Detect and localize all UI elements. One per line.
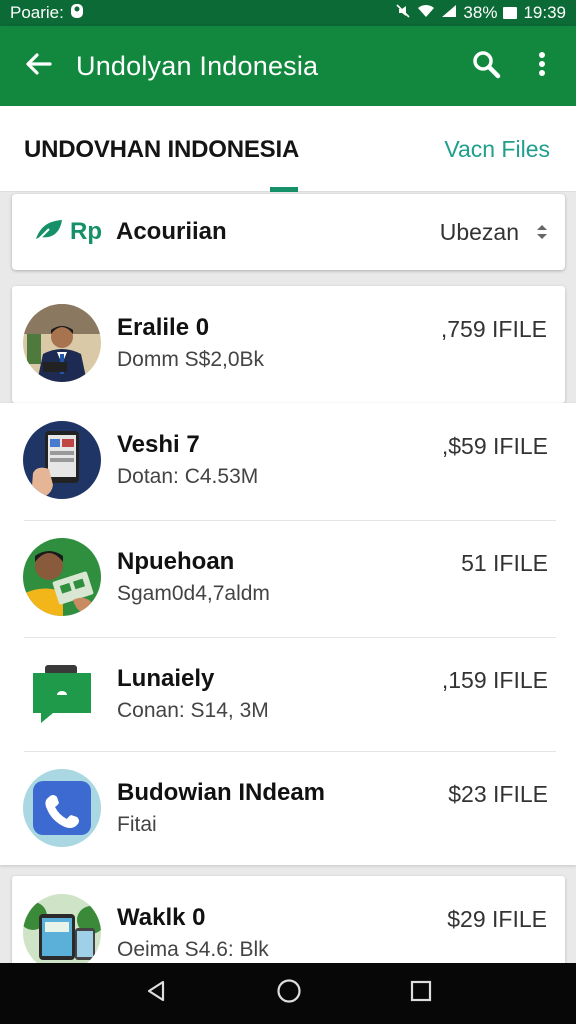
currency-code: Rp (70, 218, 102, 245)
status-time: 19:39 (523, 3, 566, 22)
wifi-icon (417, 3, 435, 23)
currency-selector[interactable]: Rp Acouriian Ubezan (12, 194, 565, 270)
signal-icon (441, 3, 457, 23)
list-card: Eralile 0 Domm S$2,0Bk ,759 IFILE (12, 286, 565, 403)
item-subtitle: Sgam0d4,7aldm (117, 582, 270, 605)
list-sheet: Veshi 7 Dotan: C4.53M ,$59 IFILE Npuehoa… (0, 403, 576, 865)
item-subtitle: Conan: S14, 3M (117, 699, 269, 722)
circle-home-icon (276, 979, 302, 1008)
dropdown-arrows-icon (535, 223, 549, 241)
phone-call-icon (23, 769, 101, 847)
status-left-text: Poarie: (10, 3, 64, 22)
item-name: Veshi 7 (117, 431, 200, 458)
leaf-icon (34, 217, 64, 248)
portrait-icon (70, 3, 84, 24)
status-bar: Poarie: 38% 19:39 (0, 0, 576, 26)
tablet-avatar (23, 894, 101, 972)
back-nav-button[interactable] (144, 979, 168, 1008)
item-subtitle: Domm S$2,0Bk (117, 348, 265, 371)
item-price: 51 IFILE (461, 550, 548, 576)
home-button[interactable] (276, 978, 302, 1009)
man-with-cash-avatar (23, 538, 101, 616)
list-item[interactable]: Npuehoan Sgam0d4,7aldm 51 IFILE (0, 520, 576, 637)
back-button[interactable] (0, 52, 76, 81)
square-recents-icon (410, 980, 432, 1006)
phone-in-hand-avatar (23, 421, 101, 499)
item-price: $29 IFILE (447, 906, 547, 932)
back-arrow-icon (24, 52, 52, 81)
tab-indicator (270, 187, 298, 192)
item-price: ,759 IFILE (440, 316, 547, 342)
list-card: Waklk 0 Oeima S4.6: Blk $29 IFILE (12, 876, 565, 976)
triangle-back-icon (144, 980, 168, 1007)
item-subtitle: Fitai (117, 813, 157, 836)
recents-button[interactable] (410, 980, 432, 1007)
more-options-button[interactable] (514, 51, 570, 82)
search-icon (471, 49, 501, 84)
item-name: Waklk 0 (117, 904, 206, 931)
battery-icon (503, 7, 518, 19)
view-files-link[interactable]: Vacn Files (444, 136, 550, 163)
list-item[interactable]: Eralile 0 Domm S$2,0Bk ,759 IFILE (12, 286, 565, 403)
item-subtitle: Dotan: C4.53M (117, 465, 259, 488)
more-vert-icon (538, 51, 546, 82)
selector-label: Acouriian (116, 218, 227, 245)
list-item[interactable]: Budowian INdeam Fitai $23 IFILE (0, 751, 576, 865)
tab-header: UNDOVHAN INDONESIA Vacn Files (0, 106, 576, 192)
app-bar: Undolyan Indonesia (0, 26, 576, 106)
tab-title[interactable]: UNDOVHAN INDONESIA (24, 136, 299, 164)
item-name: Npuehoan (117, 548, 235, 575)
mute-icon (395, 3, 411, 24)
list-item[interactable]: Lunaiely Conan: S14, 3M ,159 IFILE (0, 637, 576, 751)
app-bar-title: Undolyan Indonesia (76, 50, 319, 81)
item-price: $23 IFILE (448, 781, 548, 807)
item-subtitle: Oeima S4.6: Blk (117, 938, 269, 961)
item-name: Eralile 0 (117, 314, 210, 341)
item-price: ,$59 IFILE (441, 433, 548, 459)
battery-percent: 38% (463, 3, 498, 22)
list-item[interactable]: Veshi 7 Dotan: C4.53M ,$59 IFILE (0, 403, 576, 520)
man-in-suit-avatar (23, 304, 101, 382)
green-chat-icon (23, 655, 101, 733)
item-price: ,159 IFILE (441, 667, 548, 693)
item-name: Lunaiely (117, 665, 215, 692)
navigation-bar (0, 963, 576, 1024)
search-button[interactable] (458, 49, 514, 84)
selector-value: Ubezan (439, 218, 519, 245)
item-name: Budowian INdeam (117, 779, 326, 806)
